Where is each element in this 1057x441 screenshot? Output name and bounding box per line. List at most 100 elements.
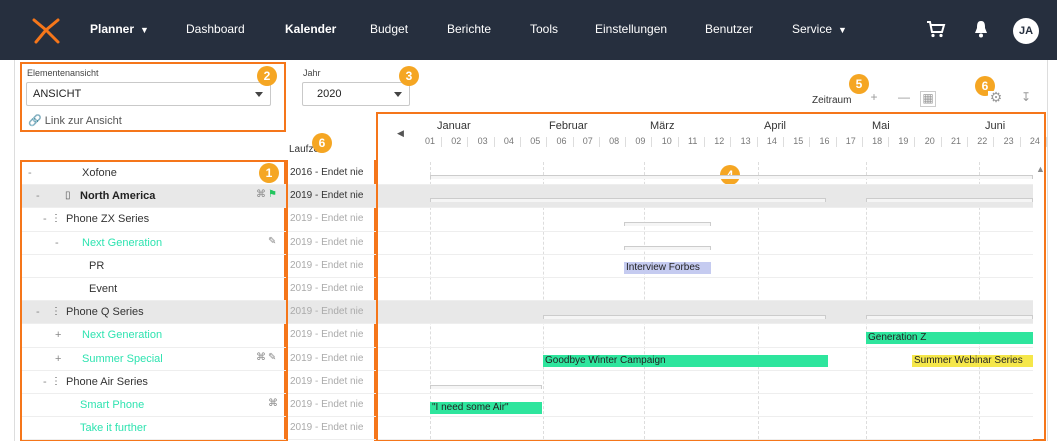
- cart-icon[interactable]: [926, 20, 946, 38]
- attachment-icon[interactable]: ⌘: [256, 189, 266, 200]
- chevron-down-icon: [394, 92, 402, 97]
- view-label: Elementenansicht: [27, 68, 99, 78]
- expand-icon[interactable]: +: [55, 329, 61, 341]
- week-separator: [677, 137, 679, 147]
- collapse-icon[interactable]: -: [43, 213, 47, 225]
- download-icon[interactable]: ↧: [1018, 91, 1034, 107]
- nav-tools[interactable]: Tools: [530, 22, 558, 36]
- week-separator: [651, 137, 653, 147]
- tree-row[interactable]: Smart Phone ⌘: [22, 394, 286, 418]
- duration-cell: 2019 - Endet nie: [288, 371, 376, 394]
- year-label: Jahr: [303, 68, 321, 78]
- gantt-bar[interactable]: Interview Forbes: [624, 262, 711, 274]
- tree-row[interactable]: - ▯ North America ⌘ ⚑: [22, 185, 286, 209]
- nav-budget[interactable]: Budget: [370, 22, 408, 36]
- scroll-up-icon[interactable]: ▲: [1036, 164, 1045, 174]
- view-link[interactable]: 🔗 Link zur Ansicht: [28, 114, 122, 127]
- collapse-icon[interactable]: -: [36, 306, 40, 318]
- week-separator: [625, 137, 627, 147]
- duration-cell: 2019 - Endet nie: [288, 348, 376, 371]
- duration-cell: 2019 - Endet nie: [288, 278, 376, 302]
- week-label: 04: [503, 136, 514, 146]
- calendar-icon[interactable]: ▦: [920, 91, 936, 107]
- month-label: Juni: [985, 120, 1006, 132]
- gantt-bar[interactable]: Summer Webinar Series: [912, 355, 1033, 367]
- tree-row[interactable]: + Next Generation: [22, 324, 286, 348]
- nav-kalender[interactable]: Kalender: [285, 22, 336, 36]
- week-separator: [756, 137, 758, 147]
- tree-item-label: Smart Phone: [80, 399, 145, 411]
- week-separator: [493, 137, 495, 147]
- timeline-span: [430, 175, 1033, 179]
- collapse-icon[interactable]: -: [36, 190, 40, 202]
- week-label: 20: [924, 136, 935, 146]
- week-separator: [782, 137, 784, 147]
- week-label: 08: [609, 136, 620, 146]
- year-select[interactable]: 2020: [302, 82, 410, 106]
- tree-row[interactable]: PR: [22, 255, 286, 278]
- attachment-icon[interactable]: ⌘: [268, 398, 278, 409]
- gantt-bar[interactable]: Generation Z: [866, 332, 1033, 344]
- attachment-icon[interactable]: ⌘: [256, 352, 266, 363]
- week-label: 18: [872, 136, 883, 146]
- week-separator: [967, 137, 968, 147]
- nav-benutzer[interactable]: Benutzer: [705, 22, 753, 36]
- week-separator: [993, 137, 995, 147]
- logo-icon[interactable]: [28, 12, 64, 48]
- tree-row[interactable]: + Summer Special ⌘ ✎: [22, 348, 286, 371]
- gantt-row: [378, 301, 1033, 325]
- edit-icon[interactable]: ✎: [268, 352, 276, 363]
- tree-row[interactable]: - ⋮ Phone Q Series: [22, 301, 286, 325]
- tree-row[interactable]: - ⋮ Phone Air Series: [22, 371, 286, 394]
- week-label: 22: [977, 136, 988, 146]
- gantt-bar[interactable]: Goodbye Winter Campaign: [543, 355, 828, 367]
- nav-planner[interactable]: Planner ▼: [90, 22, 149, 36]
- tree-row[interactable]: - Next Generation ✎: [22, 232, 286, 255]
- week-separator: [1045, 137, 1047, 147]
- tree-row[interactable]: - Xofone: [22, 162, 286, 186]
- gantt-row: [378, 232, 1033, 255]
- nav-einstellungen[interactable]: Einstellungen: [595, 22, 667, 36]
- week-separator: [441, 137, 442, 147]
- nav-berichte[interactable]: Berichte: [447, 22, 491, 36]
- user-avatar[interactable]: JA: [1013, 18, 1039, 44]
- zoom-out-button[interactable]: —: [896, 91, 912, 107]
- chevron-down-icon: [255, 92, 263, 97]
- collapse-icon[interactable]: -: [55, 237, 59, 249]
- building-icon: ▯: [65, 190, 71, 202]
- zoom-in-button[interactable]: +: [866, 91, 882, 107]
- week-label: 02: [451, 136, 462, 146]
- week-label: 09: [635, 136, 646, 146]
- week-label: 19: [898, 136, 909, 146]
- timeline-span: [624, 246, 711, 250]
- tree-item-label: Phone Q Series: [66, 306, 144, 319]
- gantt-bar[interactable]: "I need some Air": [430, 402, 542, 414]
- tree-row[interactable]: - ⋮ Phone ZX Series: [22, 208, 286, 232]
- tree-row[interactable]: Event: [22, 278, 286, 302]
- week-separator: [572, 137, 574, 147]
- expand-icon[interactable]: +: [55, 353, 61, 365]
- top-navigation-bar: Planner ▼ Dashboard Kalender Budget Beric…: [0, 0, 1057, 60]
- flag-icon[interactable]: ⚑: [268, 189, 277, 200]
- week-label: 10: [661, 136, 672, 146]
- week-separator: [861, 137, 863, 147]
- month-label: Februar: [549, 120, 588, 132]
- week-separator: [1019, 137, 1021, 147]
- nav-dashboard[interactable]: Dashboard: [186, 22, 245, 36]
- duration-cell: 2016 - Endet nie: [288, 162, 376, 186]
- chevron-left-icon[interactable]: ◀: [397, 128, 404, 139]
- bell-icon[interactable]: [974, 20, 988, 38]
- view-select[interactable]: ANSICHT: [26, 82, 271, 106]
- week-label: 21: [951, 136, 962, 146]
- gear-icon[interactable]: ⚙: [988, 90, 1004, 107]
- collapse-icon[interactable]: -: [28, 167, 32, 179]
- nav-service[interactable]: Service ▼: [792, 22, 847, 36]
- tree-item-label: Summer Special: [82, 352, 163, 365]
- tree-item-label: Xofone: [82, 167, 117, 179]
- tree-item-label: Phone ZX Series: [66, 213, 150, 226]
- timeline-span: [543, 315, 826, 319]
- collapse-icon[interactable]: -: [43, 376, 47, 388]
- edit-icon[interactable]: ✎: [268, 236, 276, 247]
- gantt-row: [378, 208, 1033, 232]
- tree-row[interactable]: Take it further: [22, 417, 286, 441]
